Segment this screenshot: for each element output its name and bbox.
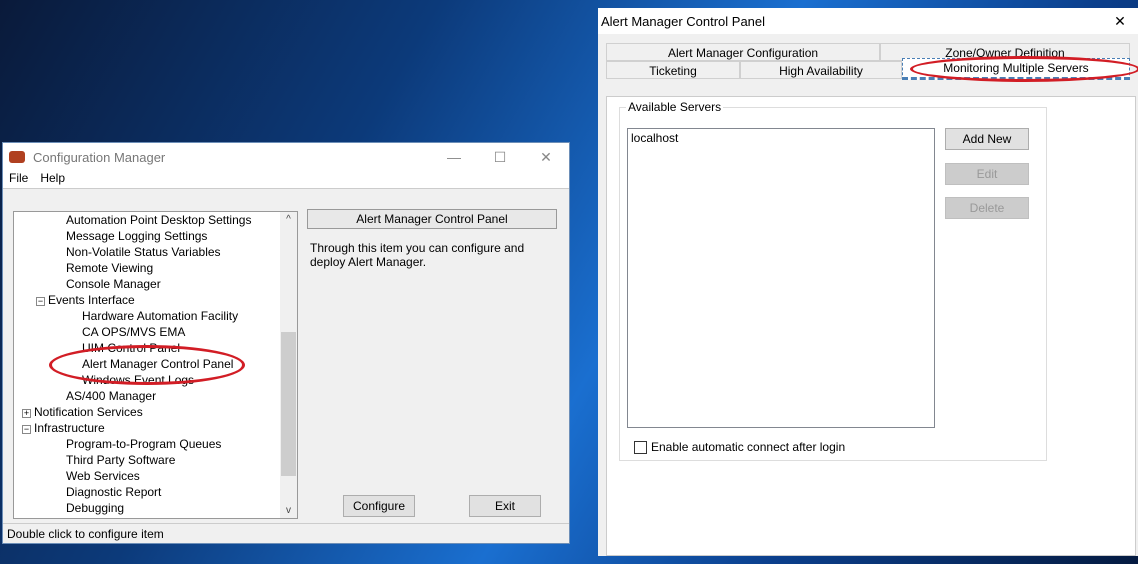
tree-item-label: Infrastructure xyxy=(34,421,105,435)
tab-ticketing[interactable]: Ticketing xyxy=(606,61,740,79)
tree-item[interactable]: Debugging xyxy=(66,500,124,516)
tree-item[interactable]: Console Manager xyxy=(66,276,161,292)
tree-item[interactable]: Third Party Software xyxy=(66,452,175,468)
tree-item[interactable]: Remote Viewing xyxy=(66,260,153,276)
tree-item[interactable]: AS/400 Manager xyxy=(66,388,156,404)
tab-high-availability[interactable]: High Availability xyxy=(740,61,902,79)
tree-item[interactable]: + Notification Services xyxy=(22,404,143,420)
auto-connect-checkbox[interactable]: Enable automatic connect after login xyxy=(634,440,845,454)
expander-icon[interactable]: − xyxy=(22,425,31,434)
highlight-ellipse xyxy=(910,56,1138,82)
window-title: Configuration Manager xyxy=(33,149,166,165)
item-description: Through this item you can configure and … xyxy=(310,241,525,269)
title-bar: Configuration Manager — ☐ ✕ xyxy=(3,143,569,171)
expander-icon[interactable]: − xyxy=(36,297,45,306)
add-new-button[interactable]: Add New xyxy=(945,128,1029,150)
delete-button[interactable]: Delete xyxy=(945,197,1029,219)
available-servers-group: Available Servers localhost Add New Edit… xyxy=(619,100,1047,461)
tree-item-label: Notification Services xyxy=(34,405,143,419)
title-bar: Alert Manager Control Panel ✕ xyxy=(598,8,1138,34)
close-button[interactable]: ✕ xyxy=(523,149,569,166)
exit-button[interactable]: Exit xyxy=(469,495,541,517)
close-button[interactable]: ✕ xyxy=(1102,13,1138,30)
tree-item-label: Program-to-Program Queues xyxy=(66,437,222,451)
list-item[interactable]: localhost xyxy=(631,131,931,145)
alert-manager-window: Alert Manager Control Panel ✕ Alert Mana… xyxy=(598,8,1138,556)
group-label: Available Servers xyxy=(626,100,724,114)
highlight-ellipse xyxy=(49,345,245,385)
tree-scrollbar[interactable]: ^ v xyxy=(280,212,297,518)
tree-item[interactable]: Hardware Automation Facility xyxy=(82,308,238,324)
tree-item-label: AS/400 Manager xyxy=(66,389,157,403)
menu-help[interactable]: Help xyxy=(40,171,65,188)
scroll-up-icon[interactable]: ^ xyxy=(280,214,297,225)
tree-item[interactable]: − Infrastructure xyxy=(22,420,105,436)
checkbox-label: Enable automatic connect after login xyxy=(651,440,846,454)
maximize-button[interactable]: ☐ xyxy=(477,149,523,166)
status-bar: Double click to configure item xyxy=(3,523,569,543)
tree-item[interactable]: Program-to-Program Queues xyxy=(66,436,221,452)
tree-item[interactable]: Message Logging Settings xyxy=(66,228,207,244)
minimize-button[interactable]: — xyxy=(431,149,477,166)
tree-item-label: Events Interface xyxy=(48,293,135,307)
tree-item-label: Automation Point Desktop Settings xyxy=(66,213,252,227)
menu-file[interactable]: File xyxy=(9,171,28,188)
tab-panel: Available Servers localhost Add New Edit… xyxy=(606,96,1136,556)
tree-item-label: CA OPS/MVS EMA xyxy=(82,325,186,339)
tree-item[interactable]: Non-Volatile Status Variables xyxy=(66,244,221,260)
edit-button[interactable]: Edit xyxy=(945,163,1029,185)
tab-alert-manager-configuration[interactable]: Alert Manager Configuration xyxy=(606,43,880,61)
tree-item[interactable]: Diagnostic Report xyxy=(66,484,161,500)
tree-item[interactable]: Web Services xyxy=(66,468,140,484)
checkbox-box[interactable] xyxy=(634,440,647,454)
tree-item-label: Web Services xyxy=(66,469,140,483)
tree-item-label: Debugging xyxy=(66,501,125,515)
tree-item[interactable]: − Events Interface xyxy=(36,292,135,308)
servers-list[interactable]: localhost xyxy=(627,128,935,428)
tree-item-label: Message Logging Settings xyxy=(66,229,208,243)
tree-item-label: Non-Volatile Status Variables xyxy=(66,245,221,259)
tree-item-label: Console Manager xyxy=(66,277,161,291)
window-title: Alert Manager Control Panel xyxy=(601,13,766,29)
tree-item-label: Third Party Software xyxy=(66,453,176,467)
scroll-thumb[interactable] xyxy=(281,332,296,476)
tree-item[interactable]: Automation Point Desktop Settings xyxy=(66,212,251,228)
app-icon xyxy=(9,151,25,163)
tree-item-label: Hardware Automation Facility xyxy=(82,309,239,323)
expander-icon[interactable]: + xyxy=(22,409,31,418)
menu-bar: File Help xyxy=(3,171,569,189)
item-title: Alert Manager Control Panel xyxy=(307,209,557,229)
tree-item-label: Diagnostic Report xyxy=(66,485,162,499)
scroll-down-icon[interactable]: v xyxy=(280,505,297,516)
tree-item-label: Remote Viewing xyxy=(66,261,154,275)
configure-button[interactable]: Configure xyxy=(343,495,415,517)
tree-item[interactable]: CA OPS/MVS EMA xyxy=(82,324,185,340)
configuration-manager-window: Configuration Manager — ☐ ✕ File Help ^ … xyxy=(2,142,570,544)
